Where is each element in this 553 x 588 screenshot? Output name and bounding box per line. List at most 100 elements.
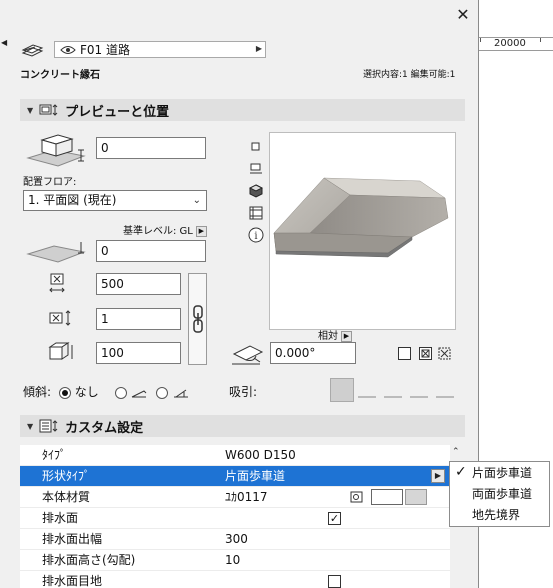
param-name: 排水面目地	[42, 574, 103, 588]
custom-settings-icon	[39, 419, 58, 433]
offset-icon	[26, 242, 86, 263]
relative-toggle[interactable]: 相対 ▶	[318, 327, 352, 342]
param-value: ﾕｶ0117	[225, 490, 268, 504]
mirror-none-checkbox[interactable]	[398, 347, 411, 360]
drain-surface-checkbox[interactable]: ✓	[328, 512, 341, 525]
snap-option-2-icon[interactable]	[358, 382, 376, 398]
snap-options	[330, 378, 458, 402]
snap-option-1-icon[interactable]	[330, 378, 354, 402]
object-preview	[269, 132, 456, 330]
scroll-up-icon[interactable]: ⌃	[452, 447, 460, 457]
param-value: 300	[225, 532, 248, 546]
table-row[interactable]: 排水面 ✓	[20, 508, 450, 529]
preview-section-header[interactable]: ▼ プレビューと位置	[20, 99, 465, 121]
param-name: 排水面高さ(勾配)	[42, 553, 136, 567]
checkmark-icon: ✓	[455, 464, 467, 480]
shape-type-dropdown: ✓ 片面歩車道 両面歩車道 地先境界	[449, 461, 550, 527]
snap-option-3-icon[interactable]	[384, 382, 402, 398]
count-icon	[49, 310, 71, 326]
view-2d-button[interactable]	[246, 136, 266, 158]
slope-tilt-icon	[132, 389, 147, 397]
param-value: W600 D150	[225, 448, 296, 462]
custom-section-title: カスタム設定	[65, 420, 144, 436]
dropdown-option[interactable]: 片面歩車道	[472, 463, 532, 483]
mirror-options	[398, 346, 451, 360]
eye-icon	[60, 45, 76, 54]
table-row[interactable]: 本体材質 ﾕｶ0117	[20, 487, 450, 508]
relative-label: 相対	[318, 331, 338, 342]
layers-icon	[21, 44, 44, 57]
layer-selector[interactable]: F01 道路 ▶	[54, 41, 266, 58]
angle-field[interactable]: 0.000°	[270, 342, 356, 364]
chain-icon	[193, 305, 203, 333]
table-row[interactable]: ﾀｲﾌﾟ W600 D150	[20, 445, 450, 466]
rotation-angle-icon	[232, 345, 264, 365]
param-name: ﾀｲﾌﾟ	[42, 448, 67, 462]
layer-arrow-icon: ▶	[255, 44, 262, 53]
info-icon: i	[248, 227, 264, 243]
ref-level-label: 基準レベル: GL	[123, 226, 193, 237]
slope-vertical-icon	[174, 389, 189, 397]
base-height-icon	[26, 134, 86, 167]
ruler-value: 20000	[494, 38, 526, 49]
slope-option1-radio[interactable]	[114, 386, 127, 399]
object-name: コンクリート縁石	[20, 70, 100, 81]
table-row[interactable]: 排水面目地	[20, 571, 450, 588]
table-row-selected[interactable]: 形状ﾀｲﾌﾟ 片面歩車道 ▶	[20, 466, 450, 487]
ref-level[interactable]: 基準レベル: GL ▶	[123, 222, 207, 237]
cube-icon	[249, 184, 263, 198]
mirror-x-checkbox[interactable]	[418, 347, 432, 360]
view-3d-button[interactable]	[246, 180, 266, 202]
dropdown-option[interactable]: 地先境界	[472, 505, 520, 525]
mirror-y-icon[interactable]	[438, 347, 451, 360]
info-button[interactable]: i	[246, 224, 266, 246]
selection-info: 選択内容:1 編集可能:1	[363, 70, 456, 80]
slope-label: 傾斜:	[23, 385, 52, 399]
ref-level-arrow-icon[interactable]: ▶	[195, 225, 207, 237]
close-button[interactable]: ✕	[452, 4, 474, 26]
drain-joint-checkbox[interactable]	[328, 575, 341, 588]
link-dimensions-button[interactable]	[188, 273, 207, 365]
material-preview	[405, 489, 427, 505]
relative-arrow-icon[interactable]: ▶	[341, 330, 352, 342]
expand-triangle-icon: ▼	[27, 105, 34, 115]
snap-option-4-icon[interactable]	[410, 382, 428, 398]
floor-select[interactable]: 1. 平面図 (現在) ⌄	[23, 190, 207, 211]
base-height-field[interactable]: 0	[96, 137, 206, 159]
view-mode-toolbar: i	[246, 136, 266, 246]
table-row[interactable]: 排水面出幅 300	[20, 529, 450, 550]
slope-option2-radio[interactable]	[156, 386, 169, 399]
slope-none-label: なし	[74, 385, 99, 399]
depth-field[interactable]: 100	[96, 342, 181, 364]
slope-none-radio[interactable]	[58, 386, 71, 399]
param-name: 排水面	[42, 511, 79, 525]
offset-field[interactable]: 0	[96, 240, 206, 262]
param-value: 10	[225, 553, 241, 567]
width-field[interactable]: 500	[96, 273, 181, 295]
view-section-button[interactable]	[246, 158, 266, 180]
custom-section-header[interactable]: ▼ カスタム設定	[20, 415, 465, 437]
layer-name: F01 道路	[80, 43, 130, 57]
width-icon	[49, 273, 65, 293]
collapse-arrow-icon[interactable]: ◀	[1, 38, 7, 47]
chevron-down-icon: ⌄	[192, 195, 201, 206]
object-settings-dialog: ✕ ◀ F01 道路 ▶ コンクリート縁石 選択内容:1 編集可能:1 ▼ プレ…	[0, 0, 479, 588]
ruler: 20000	[478, 37, 553, 51]
expand-triangle-icon: ▼	[27, 421, 34, 431]
view-list-button[interactable]	[246, 202, 266, 224]
count-field[interactable]: 1	[96, 308, 181, 330]
table-row[interactable]: 排水面高さ(勾配) 10	[20, 550, 450, 571]
material-swatch[interactable]	[371, 489, 403, 505]
dropdown-arrow-icon[interactable]: ▶	[431, 469, 445, 483]
dropdown-option[interactable]: 両面歩車道	[472, 484, 532, 504]
film-icon	[249, 206, 263, 220]
mirror-x-icon	[421, 349, 430, 358]
preview-position-icon	[39, 104, 58, 116]
material-picker-icon[interactable]	[350, 491, 364, 504]
param-value: 片面歩車道	[225, 469, 286, 483]
floor-select-value: 1. 平面図 (現在)	[28, 193, 117, 207]
snap-option-5-icon[interactable]	[436, 382, 454, 398]
slope-group: 傾斜: なし	[23, 383, 190, 400]
snap-label: 吸引:	[229, 385, 258, 399]
preview-section-title: プレビューと位置	[65, 104, 170, 120]
